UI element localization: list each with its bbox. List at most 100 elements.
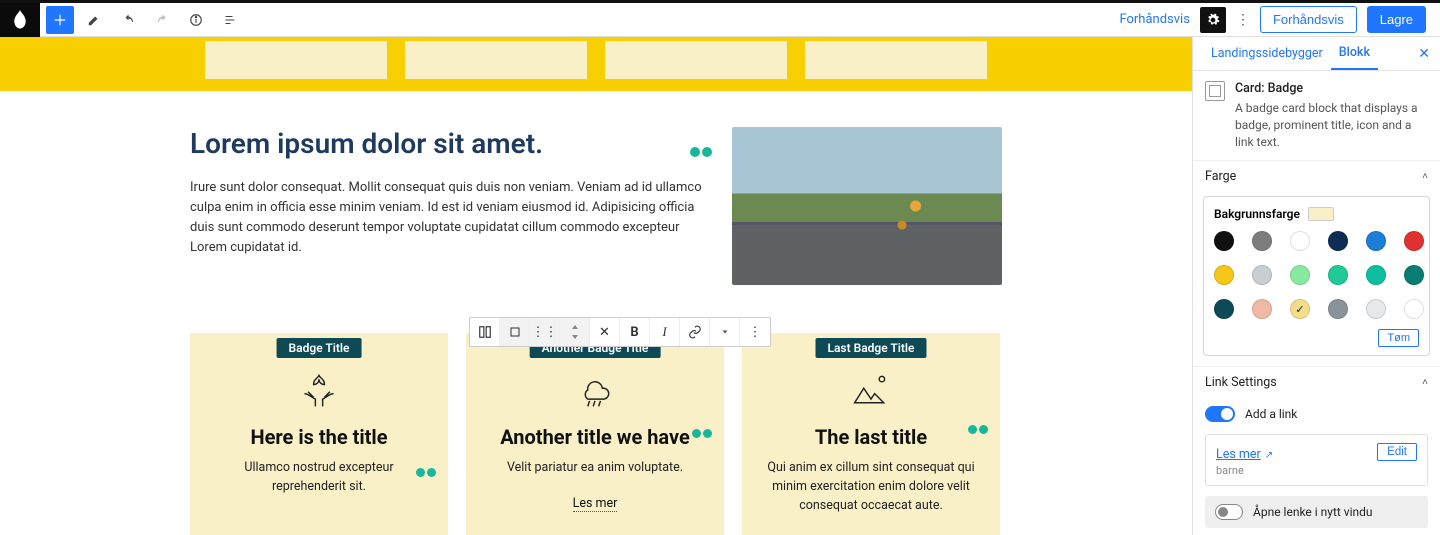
section-color[interactable]: Farge ˄ xyxy=(1193,160,1440,192)
color-swatch[interactable] xyxy=(1214,299,1234,319)
color-panel: Bakgrunnsfarge Tøm xyxy=(1203,196,1430,356)
color-swatch[interactable] xyxy=(1290,299,1310,319)
grammarly-dots-icon xyxy=(416,468,436,477)
tab-block[interactable]: Blokk xyxy=(1331,37,1378,70)
placeholder-card xyxy=(205,41,387,79)
color-swatch[interactable] xyxy=(1404,265,1424,285)
badge-card[interactable]: Last Badge Title The last title Qui anim… xyxy=(742,333,1000,535)
link-url-text[interactable]: Les mer xyxy=(1216,447,1261,462)
intro-image[interactable] xyxy=(732,127,1002,285)
color-swatch[interactable] xyxy=(1366,265,1386,285)
clear-color-button[interactable]: Tøm xyxy=(1378,329,1419,347)
color-swatch[interactable] xyxy=(1290,231,1310,251)
color-swatch[interactable] xyxy=(1328,231,1348,251)
rain-cloud-icon xyxy=(484,369,706,411)
color-swatch[interactable] xyxy=(1252,265,1272,285)
drag-handle-icon[interactable]: ⋮⋮ xyxy=(530,318,560,346)
color-swatch[interactable] xyxy=(1404,299,1424,319)
hands-plant-icon xyxy=(208,369,430,411)
color-swatch[interactable] xyxy=(1214,265,1234,285)
link-url-sub: barne xyxy=(1216,464,1273,477)
color-swatch[interactable] xyxy=(1328,265,1348,285)
add-block-button[interactable] xyxy=(46,6,74,34)
save-button[interactable]: Lagre xyxy=(1367,6,1426,33)
add-link-label: Add a link xyxy=(1245,407,1297,421)
close-icon[interactable]: ✕ xyxy=(590,318,620,346)
placeholder-card xyxy=(805,41,987,79)
workspace: Lorem ipsum dolor sit amet. Irure sunt d… xyxy=(0,37,1440,535)
block-more-icon[interactable]: ⋮ xyxy=(740,318,770,346)
intro-heading[interactable]: Lorem ipsum dolor sit amet. xyxy=(190,127,702,160)
chevron-down-icon[interactable] xyxy=(710,318,740,346)
color-swatch[interactable] xyxy=(1290,265,1310,285)
open-new-window-row: Åpne lenke i nytt vindu xyxy=(1205,496,1428,528)
current-color-chip xyxy=(1308,207,1334,221)
redo-icon[interactable] xyxy=(148,6,176,34)
badge-card[interactable]: Another Badge Title Another title we hav… xyxy=(466,333,724,535)
edit-link-button[interactable]: Edit xyxy=(1377,443,1417,461)
inspector-close-icon[interactable]: ✕ xyxy=(1418,46,1430,62)
chevron-up-icon: ˄ xyxy=(1422,171,1428,182)
inspector-panel: Landingssidebygger Blokk ✕ Card: Badge A… xyxy=(1192,37,1440,535)
block-type-icon[interactable] xyxy=(470,318,500,346)
grammarly-dots-icon xyxy=(968,425,988,434)
block-desc: A badge card block that displays a badge… xyxy=(1235,100,1428,150)
preview-button[interactable]: Forhåndsvis xyxy=(1260,6,1357,33)
settings-gear-icon[interactable] xyxy=(1200,7,1226,33)
open-new-window-label: Åpne lenke i nytt vindu xyxy=(1253,505,1373,519)
open-new-window-toggle[interactable] xyxy=(1215,504,1243,520)
card-body[interactable]: Velit pariatur ea anim voluptate. xyxy=(484,459,706,478)
color-swatch[interactable] xyxy=(1252,299,1272,319)
link-preview: Les mer↗ barne Edit xyxy=(1205,434,1428,486)
hero-band xyxy=(0,37,1192,91)
section-link-label: Link Settings xyxy=(1205,375,1277,390)
select-parent-icon[interactable] xyxy=(500,318,530,346)
color-swatch[interactable] xyxy=(1366,231,1386,251)
card-badge[interactable]: Last Badge Title xyxy=(815,338,926,358)
block-type-icon xyxy=(1205,81,1225,101)
block-header: Card: Badge A badge card block that disp… xyxy=(1193,71,1440,160)
preview-link[interactable]: Forhåndsvis xyxy=(1119,12,1190,27)
mountains-sun-icon xyxy=(760,369,982,411)
bgcolor-label: Bakgrunnsfarge xyxy=(1214,207,1300,221)
tab-builder[interactable]: Landingssidebygger xyxy=(1203,38,1331,69)
italic-icon[interactable]: I xyxy=(650,318,680,346)
placeholder-card xyxy=(405,41,587,79)
toolbar-right: Forhåndsvis ⋮ Forhåndsvis Lagre xyxy=(1119,6,1440,33)
intro-text: Lorem ipsum dolor sit amet. Irure sunt d… xyxy=(190,127,702,285)
bold-icon[interactable]: B xyxy=(620,318,650,346)
brand-drupal-icon[interactable] xyxy=(0,3,40,37)
card-body[interactable]: Ullamco nostrud excepteur reprehenderit … xyxy=(208,459,430,497)
color-swatch[interactable] xyxy=(1366,299,1386,319)
intro-body[interactable]: Irure sunt dolor consequat. Mollit conse… xyxy=(190,178,702,259)
link-icon[interactable] xyxy=(680,318,710,346)
topbar: Forhåndsvis ⋮ Forhåndsvis Lagre xyxy=(0,3,1440,37)
canvas: Lorem ipsum dolor sit amet. Irure sunt d… xyxy=(0,37,1192,535)
card-body[interactable]: Qui anim ex cillum sint consequat qui mi… xyxy=(760,459,982,515)
grammarly-dots-icon xyxy=(690,147,712,157)
add-link-toggle[interactable] xyxy=(1205,406,1235,422)
block-toolbar: ⋮⋮ ✕ B I ⋮ xyxy=(469,317,771,347)
card-badge[interactable]: Badge Title xyxy=(277,338,362,358)
outline-icon[interactable] xyxy=(216,6,244,34)
edit-icon[interactable] xyxy=(80,6,108,34)
color-swatch[interactable] xyxy=(1404,231,1424,251)
card-title[interactable]: The last title xyxy=(760,425,982,449)
color-swatch[interactable] xyxy=(1252,231,1272,251)
color-swatch[interactable] xyxy=(1214,231,1234,251)
more-options-icon[interactable]: ⋮ xyxy=(1236,12,1250,28)
card-title[interactable]: Here is the title xyxy=(208,425,430,449)
badge-card[interactable]: Badge Title Here is the title Ullamco no… xyxy=(190,333,448,535)
info-icon[interactable] xyxy=(182,6,210,34)
color-swatch[interactable] xyxy=(1328,299,1348,319)
undo-icon[interactable] xyxy=(114,6,142,34)
placeholder-card xyxy=(605,41,787,79)
link-settings: Add a link Les mer↗ barne Edit Åpne lenk… xyxy=(1193,398,1440,535)
card-title[interactable]: Another title we have xyxy=(484,425,706,449)
toolbar-left xyxy=(40,6,244,34)
card-readmore[interactable]: Les mer xyxy=(573,496,618,512)
chevron-up-icon: ˄ xyxy=(1422,377,1428,388)
section-link[interactable]: Link Settings ˄ xyxy=(1193,366,1440,398)
inspector-tabs: Landingssidebygger Blokk ✕ xyxy=(1193,37,1440,71)
move-updown-icon[interactable] xyxy=(560,318,590,346)
